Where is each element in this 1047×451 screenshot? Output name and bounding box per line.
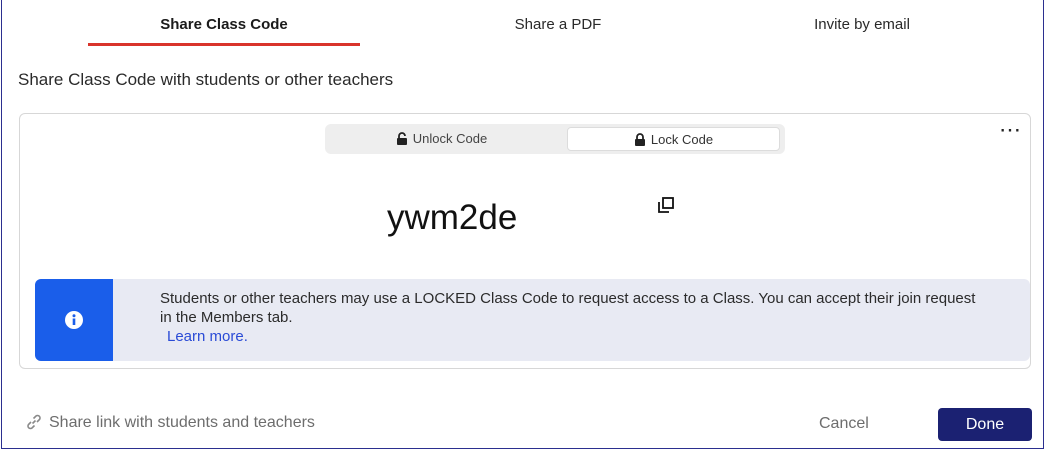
done-button[interactable]: Done xyxy=(938,408,1032,441)
dialog-subtitle: Share Class Code with students or other … xyxy=(18,70,394,89)
unlock-code-label: Unlock Code xyxy=(412,131,488,146)
info-message: Students or other teachers may use a LOC… xyxy=(160,290,976,326)
unlock-code-option[interactable]: Unlock Code xyxy=(329,127,554,151)
tab-invite-email[interactable]: Invite by email xyxy=(762,0,962,48)
cancel-button[interactable]: Cancel xyxy=(819,415,869,433)
more-icon[interactable]: ⋯ xyxy=(999,119,1022,141)
tab-share-pdf[interactable]: Share a PDF xyxy=(458,0,658,48)
copy-icon[interactable] xyxy=(658,197,674,213)
tab-share-class-code[interactable]: Share Class Code xyxy=(88,0,360,48)
tab-bar: Share Class Code Share a PDF Invite by e… xyxy=(2,0,1043,48)
info-banner-side xyxy=(35,279,113,361)
lock-toggle: Unlock Code Lock Code xyxy=(325,124,785,154)
unlock-icon xyxy=(396,132,407,145)
lock-code-label: Lock Code xyxy=(650,132,714,147)
class-code: ywm2de xyxy=(387,198,518,237)
info-text: Students or other teachers may use a LOC… xyxy=(160,289,990,346)
lock-code-option[interactable]: Lock Code xyxy=(567,127,780,151)
info-banner: Students or other teachers may use a LOC… xyxy=(35,279,1030,361)
learn-more-link[interactable]: Learn more. xyxy=(167,327,248,346)
share-dialog: Share Class Code Share a PDF Invite by e… xyxy=(1,0,1044,449)
class-code-card: Unlock Code Lock Code ⋯ ywm2de Students … xyxy=(19,113,1031,369)
active-tab-indicator xyxy=(88,43,360,46)
share-link-label: Share link with students and teachers xyxy=(49,414,315,431)
info-icon xyxy=(65,311,83,329)
share-link-button[interactable]: Share link with students and teachers xyxy=(25,413,315,432)
lock-icon xyxy=(634,133,645,146)
link-icon xyxy=(27,414,41,430)
